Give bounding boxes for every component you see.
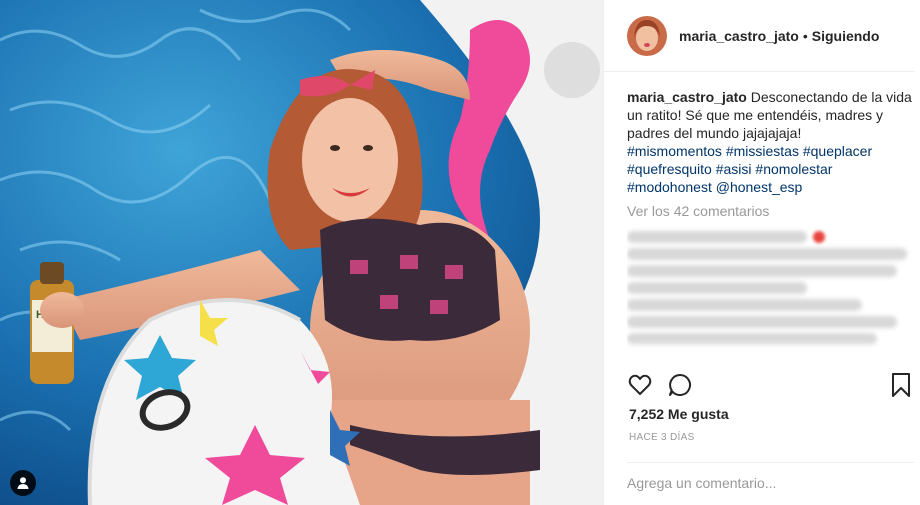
- blurred-comment-line: [627, 282, 807, 294]
- post-side-panel: maria_castro_jato • Siguiendo maria_cast…: [603, 0, 920, 505]
- add-comment-input[interactable]: Agrega un comentario...: [627, 462, 914, 491]
- action-bar: [627, 372, 914, 402]
- mention-link[interactable]: @honest_esp: [716, 179, 803, 195]
- hashtag-link[interactable]: #queplacer: [803, 143, 872, 159]
- hashtag-link[interactable]: #asisi: [716, 161, 752, 177]
- header-username[interactable]: maria_castro_jato: [679, 28, 799, 44]
- heart-emoji-blurred: [813, 231, 825, 243]
- comment-button[interactable]: [667, 372, 693, 398]
- blurred-comment-line: [627, 316, 897, 328]
- post-photo[interactable]: Honest: [0, 0, 603, 505]
- like-count[interactable]: 7,252 Me gusta: [629, 406, 729, 422]
- blurred-comment-line: [627, 231, 807, 243]
- view-all-comments-link[interactable]: Ver los 42 comentarios: [627, 202, 917, 220]
- blurred-comment-line: [627, 265, 897, 277]
- post-header: maria_castro_jato • Siguiendo: [604, 0, 915, 72]
- save-button[interactable]: [888, 372, 914, 398]
- hashtag-link[interactable]: #quefresquito: [627, 161, 712, 177]
- hashtag-link[interactable]: #mismomentos: [627, 143, 722, 159]
- blurred-comments: [627, 226, 917, 368]
- caption: maria_castro_jato Desconectando de la vi…: [627, 88, 917, 196]
- person-icon: [17, 477, 29, 489]
- following-button[interactable]: Siguiendo: [812, 28, 880, 44]
- blur-fade: [627, 338, 917, 368]
- comments-section: maria_castro_jato Desconectando de la vi…: [627, 88, 917, 368]
- instagram-post: Honest maria_castro_jato • Sig: [0, 0, 920, 505]
- hashtag-link[interactable]: #missiestas: [726, 143, 799, 159]
- bookmark-icon: [892, 373, 910, 397]
- post-timestamp[interactable]: HACE 3 DÍAS: [629, 432, 695, 443]
- hashtag-link[interactable]: #nomolestar: [755, 161, 832, 177]
- avatar[interactable]: [627, 15, 667, 56]
- header-separator: •: [802, 27, 808, 44]
- hashtag-link[interactable]: #modohonest: [627, 179, 712, 195]
- blurred-comment-line: [627, 248, 907, 260]
- pool-photo-illustration: Honest: [0, 0, 603, 505]
- user-tag-button[interactable]: [10, 470, 36, 496]
- comment-bubble-icon: [669, 374, 691, 396]
- heart-outline-icon: [628, 374, 652, 395]
- caption-username[interactable]: maria_castro_jato: [627, 89, 747, 105]
- like-button[interactable]: [627, 372, 653, 398]
- avatar-image: [627, 15, 667, 56]
- blurred-comment-line: [627, 299, 862, 311]
